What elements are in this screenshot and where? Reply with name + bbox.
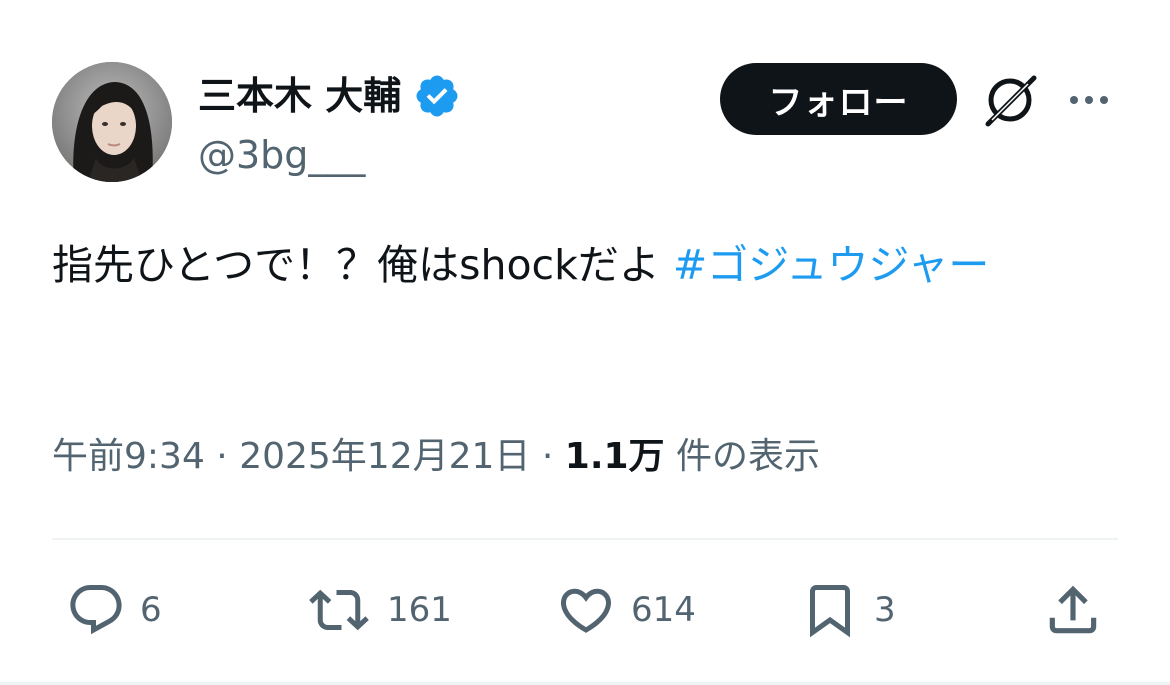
divider — [52, 538, 1118, 540]
meta-separator: · — [204, 436, 240, 477]
tweet-body: 指先ひとつで！？俺はshockだよ — [52, 241, 673, 289]
avatar[interactable] — [52, 62, 172, 182]
handle[interactable]: @3bg___ — [198, 130, 365, 180]
more-icon[interactable] — [1064, 80, 1114, 120]
tweet-text: 指先ひとつで！？俺はshockだよ #ゴジュウジャー — [52, 232, 1122, 298]
bookmark-count: 3 — [874, 590, 896, 630]
avatar-image — [52, 62, 172, 182]
views-count[interactable]: 1.1万 — [565, 436, 665, 477]
share-button[interactable] — [1042, 580, 1104, 640]
author-name-row[interactable]: 三本木 大輔 — [198, 70, 461, 122]
follow-button[interactable]: フォロー — [720, 63, 957, 135]
meta-separator-2: · — [530, 436, 565, 477]
tweet-meta: 午前9:34 · 2025年12月21日 · 1.1万 件の表示 — [52, 432, 820, 482]
like-count: 614 — [631, 590, 696, 630]
like-button[interactable]: 614 — [555, 580, 696, 640]
hashtag-link[interactable]: #ゴジュウジャー — [673, 241, 989, 289]
reply-icon — [70, 585, 122, 635]
display-name[interactable]: 三本木 大輔 — [198, 70, 401, 122]
repost-count: 161 — [387, 590, 452, 630]
bookmark-button[interactable]: 3 — [800, 580, 896, 640]
bookmark-icon — [810, 585, 850, 638]
reply-button[interactable]: 6 — [66, 580, 162, 640]
tweet-date[interactable]: 2025年12月21日 — [239, 436, 530, 477]
share-icon — [1049, 585, 1097, 634]
views-label: 件の表示 — [664, 436, 821, 477]
tweet-time[interactable]: 午前9:34 — [52, 436, 205, 477]
heart-icon — [560, 588, 612, 633]
reply-count: 6 — [140, 590, 162, 630]
repost-icon — [309, 589, 369, 631]
verified-badge-icon — [413, 72, 461, 120]
grok-icon[interactable] — [980, 70, 1040, 130]
repost-button[interactable]: 161 — [305, 580, 452, 640]
